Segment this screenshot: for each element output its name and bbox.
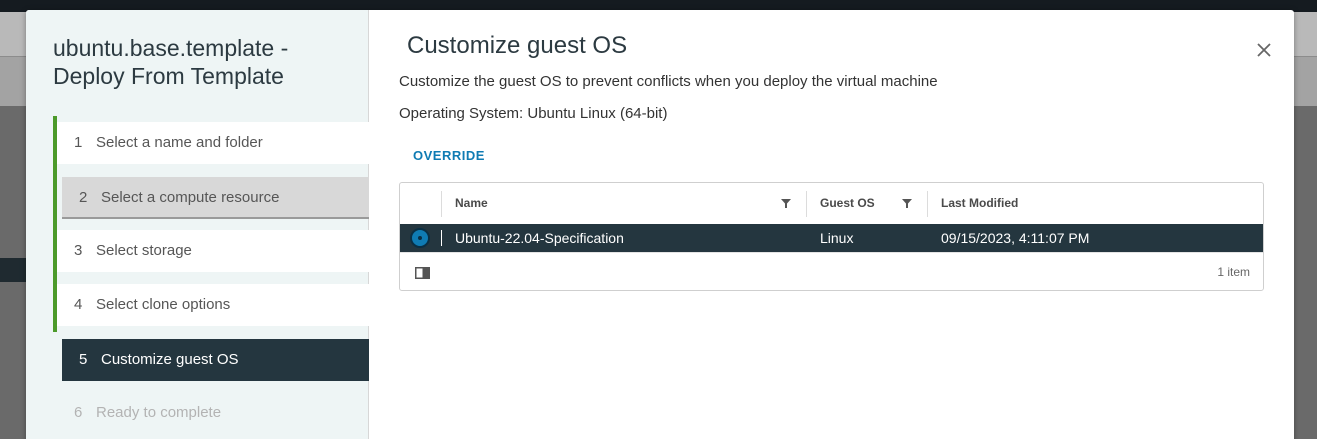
step-number: 5 xyxy=(79,351,88,368)
wizard-step-select-clone-options[interactable]: 4 Select clone options xyxy=(57,284,369,326)
column-separator xyxy=(806,191,807,217)
deploy-wizard-modal: ubuntu.base.template - Deploy From Templ… xyxy=(26,10,1294,439)
override-button[interactable]: OVERRIDE xyxy=(413,148,485,163)
cell-name: Ubuntu-22.04-Specification xyxy=(455,230,624,246)
page-title: Customize guest OS xyxy=(407,32,628,59)
column-header-last-modified[interactable]: Last Modified xyxy=(941,183,1018,224)
table-row[interactable]: Ubuntu-22.04-Specification Linux 09/15/2… xyxy=(400,224,1263,252)
step-label: Customize guest OS xyxy=(101,351,239,368)
grid-header: Name Guest OS Last Modified xyxy=(400,183,1263,224)
wizard-title-line2: Deploy From Template xyxy=(53,63,284,89)
filter-icon[interactable] xyxy=(901,197,913,209)
wizard-step-select-storage[interactable]: 3 Select storage xyxy=(57,230,369,272)
column-separator xyxy=(927,191,928,217)
wizard-step-select-name-folder[interactable]: 1 Select a name and folder xyxy=(57,122,369,164)
step-number: 1 xyxy=(74,134,83,151)
step-number: 3 xyxy=(74,242,83,259)
page-description: Customize the guest OS to prevent confli… xyxy=(399,73,938,90)
close-icon[interactable] xyxy=(1254,40,1274,60)
filter-icon[interactable] xyxy=(780,197,792,209)
operating-system-label: Operating System: Ubuntu Linux (64-bit) xyxy=(399,105,668,122)
wizard-step-customize-guest-os[interactable]: 5 Customize guest OS xyxy=(62,339,369,381)
item-count: 1 item xyxy=(1217,265,1250,279)
step-label: Select a compute resource xyxy=(101,189,280,206)
column-separator xyxy=(441,191,442,217)
column-header-name[interactable]: Name xyxy=(455,183,488,224)
background-side-tab xyxy=(0,258,26,282)
step-label: Select a name and folder xyxy=(96,134,263,151)
wizard-title-line1: ubuntu.base.template - xyxy=(53,35,289,61)
step-number: 6 xyxy=(74,404,83,421)
wizard-nav: ubuntu.base.template - Deploy From Templ… xyxy=(26,10,369,439)
step-number: 2 xyxy=(79,189,88,206)
wizard-title: ubuntu.base.template - Deploy From Templ… xyxy=(53,34,353,90)
column-header-guest-os[interactable]: Guest OS xyxy=(820,183,875,224)
cell-guest-os: Linux xyxy=(820,230,854,246)
step-label: Select clone options xyxy=(96,296,231,313)
step-label: Ready to complete xyxy=(96,404,222,421)
step-number: 4 xyxy=(74,296,83,313)
customization-spec-grid: Name Guest OS Last Modified Ubuntu-22.04… xyxy=(399,182,1264,291)
step-label: Select storage xyxy=(96,242,192,259)
cell-last-modified: 09/15/2023, 4:11:07 PM xyxy=(941,230,1090,246)
wizard-step-select-compute-resource[interactable]: 2 Select a compute resource xyxy=(62,177,369,219)
radio-selected-icon[interactable] xyxy=(410,228,430,248)
wizard-content: Customize guest OS Customize the guest O… xyxy=(369,10,1294,439)
grid-footer: 1 item xyxy=(400,252,1263,291)
column-toggle-icon[interactable] xyxy=(415,267,430,279)
row-separator xyxy=(441,230,442,246)
wizard-step-ready-to-complete: 6 Ready to complete xyxy=(57,392,369,434)
